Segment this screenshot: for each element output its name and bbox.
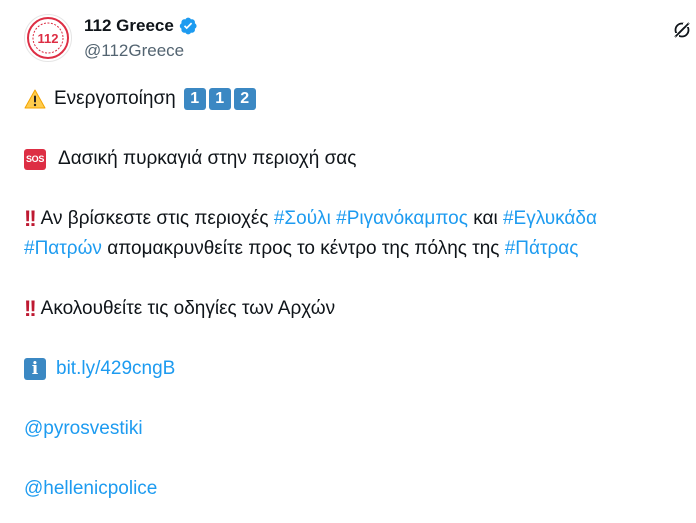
keycap-1-icon: 1	[208, 88, 231, 110]
warning-icon	[24, 89, 46, 109]
hashtag-link[interactable]: #Σούλι	[274, 204, 331, 234]
sos-icon: SOS	[24, 148, 46, 170]
tweet-line-areas: !! Αν βρίσκεστε στις περιοχές #Σούλι #Ρι…	[24, 204, 597, 234]
tweet-line-activation: Ενεργοποίηση 1 1 2	[24, 84, 259, 114]
tweet-line-mention-2: @hellenicpolice	[24, 474, 157, 504]
avatar-logo-icon: 112	[27, 17, 69, 59]
mention-link[interactable]: @hellenicpolice	[24, 474, 157, 504]
display-name[interactable]: 112 Greece	[84, 15, 174, 37]
tweet-line-instructions: !! Ακολουθείτε τις οδηγίες των Αρχών	[24, 294, 335, 324]
mention-link[interactable]: @pyrosvestiki	[24, 414, 143, 444]
avatar[interactable]: 112	[24, 14, 72, 62]
and-text: και	[473, 208, 498, 229]
hashtag-link[interactable]: #Πατρών	[24, 234, 102, 264]
tweet-line-link: i bit.ly/429cngB	[24, 354, 175, 384]
hashtag-link[interactable]: #Ριγανόκαμπος	[336, 204, 468, 234]
verified-badge-icon[interactable]	[178, 16, 198, 36]
tweet-line-mention-1: @pyrosvestiki	[24, 414, 143, 444]
fire-text: Δασική πυρκαγιά στην περιοχή σας	[58, 148, 357, 169]
evacuate-text: απομακρυνθείτε προς το κέντρο της πόλης …	[107, 238, 500, 259]
tweet-header: 112 112 Greece @112Greece	[24, 14, 696, 70]
areas-text: Αν βρίσκεστε στις περιοχές	[40, 208, 269, 229]
hashtag-link[interactable]: #Εγλυκάδα	[503, 204, 597, 234]
activation-text: Ενεργοποίηση	[54, 88, 176, 109]
author-names: 112 Greece @112Greece	[84, 15, 198, 62]
handle[interactable]: @112Greece	[84, 40, 198, 62]
instructions-text: Ακολουθείτε τις οδηγίες των Αρχών	[40, 298, 336, 319]
double-exclamation-icon: !!	[24, 206, 37, 231]
display-name-row[interactable]: 112 Greece	[84, 15, 198, 37]
hashtag-link[interactable]: #Πάτρας	[505, 234, 579, 264]
grok-icon[interactable]	[672, 20, 692, 40]
external-link[interactable]: bit.ly/429cngB	[56, 354, 175, 384]
keycap-2-icon: 2	[233, 88, 256, 110]
info-icon: i	[24, 358, 46, 380]
avatar-text: 112	[38, 31, 59, 46]
double-exclamation-icon: !!	[24, 296, 37, 321]
keycap-1-icon: 1	[183, 88, 206, 110]
tweet-line-fire: SOS Δασική πυρκαγιά στην περιοχή σας	[24, 144, 356, 174]
tweet-line-evacuate: #Πατρών απομακρυνθείτε προς το κέντρο τη…	[24, 234, 578, 264]
